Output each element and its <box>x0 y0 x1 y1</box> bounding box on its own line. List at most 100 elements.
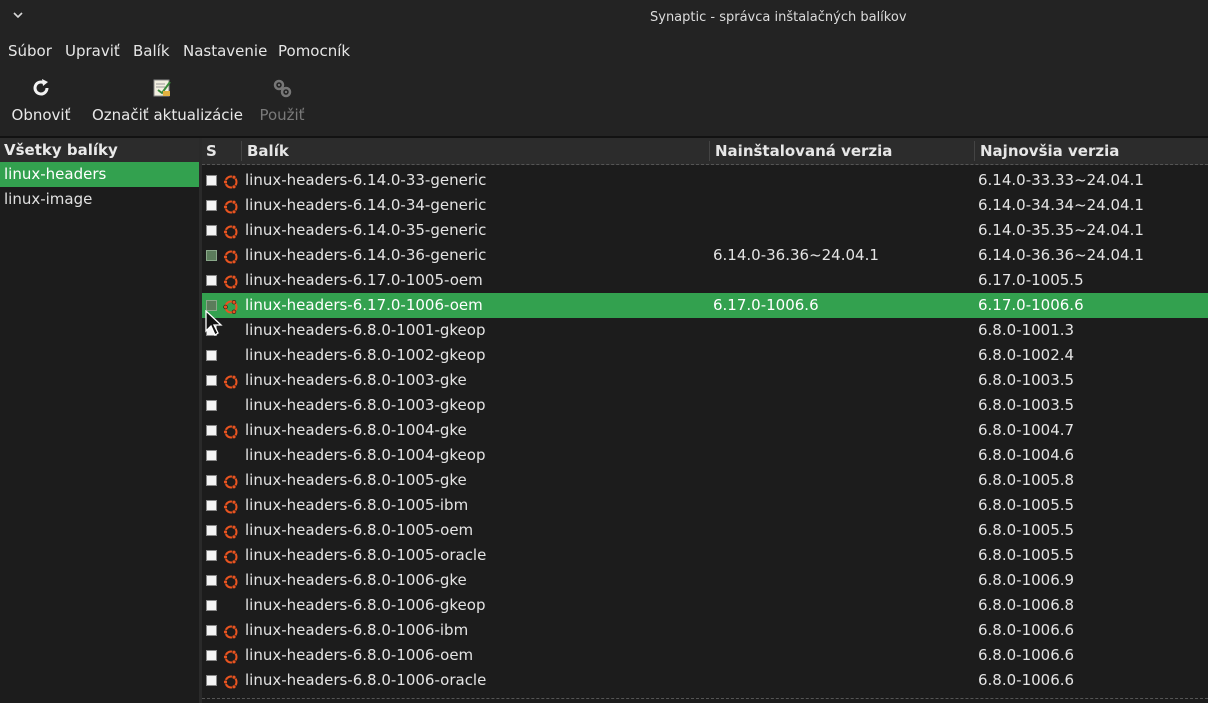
latest-version: 6.8.0-1006.6 <box>978 671 1075 689</box>
menu-help[interactable]: Pomocník <box>278 42 350 60</box>
menu-package[interactable]: Balík <box>133 42 170 60</box>
mouse-cursor-icon <box>205 310 223 336</box>
table-row[interactable]: linux-headers-6.8.0-1006-gkeop 6.8.0-1006… <box>202 593 1208 618</box>
mark-upgrades-icon <box>153 79 171 97</box>
status-checkbox[interactable] <box>206 475 217 486</box>
status-checkbox[interactable] <box>206 625 217 636</box>
menu-file[interactable]: Súbor <box>8 42 52 60</box>
apply-icon <box>273 79 292 98</box>
table-row[interactable]: linux-headers-6.8.0-1001-gkeop 6.8.0-1001… <box>202 318 1208 343</box>
table-row[interactable]: linux-headers-6.17.0-1005-oem 6.17.0-1005… <box>202 268 1208 293</box>
table-row[interactable]: linux-headers-6.14.0-35-generic 6.14.0-35… <box>202 218 1208 243</box>
latest-version: 6.8.0-1005.5 <box>978 521 1075 539</box>
package-name: linux-headers-6.8.0-1003-gkeop <box>245 396 486 414</box>
table-body: linux-headers-6.14.0-33-generic 6.14.0-33… <box>202 168 1208 693</box>
status-checkbox[interactable] <box>206 650 217 661</box>
status-checkbox[interactable] <box>206 250 217 261</box>
status-checkbox[interactable] <box>206 575 217 586</box>
mark-upgrades-button[interactable]: Označiť aktualizácie <box>92 76 243 124</box>
table-row[interactable]: linux-headers-6.8.0-1006-ibm 6.8.0-1006.6 <box>202 618 1208 643</box>
latest-version: 6.8.0-1001.3 <box>978 321 1075 339</box>
package-name: linux-headers-6.8.0-1005-oracle <box>245 546 487 564</box>
table-row[interactable]: linux-headers-6.8.0-1006-gke 6.8.0-1006.9 <box>202 568 1208 593</box>
ubuntu-logo-icon <box>223 423 239 440</box>
table-row[interactable]: linux-headers-6.8.0-1006-oracle 6.8.0-100… <box>202 668 1208 693</box>
latest-version: 6.8.0-1006.6 <box>978 621 1075 639</box>
sidebar-header[interactable]: Všetky balíky <box>0 138 199 162</box>
status-checkbox[interactable] <box>206 500 217 511</box>
status-checkbox[interactable] <box>206 200 217 211</box>
ubuntu-logo-icon <box>223 198 239 215</box>
ubuntu-logo-icon <box>223 473 239 490</box>
ubuntu-logo-icon <box>223 548 239 565</box>
table-row[interactable]: linux-headers-6.14.0-33-generic 6.14.0-33… <box>202 168 1208 193</box>
table-row[interactable]: linux-headers-6.8.0-1002-gkeop 6.8.0-1002… <box>202 343 1208 368</box>
latest-version: 6.17.0-1006.6 <box>978 296 1084 314</box>
column-latest-version[interactable]: Najnovšia verzia <box>976 138 1208 164</box>
table-row[interactable]: linux-headers-6.8.0-1005-gke 6.8.0-1005.8 <box>202 468 1208 493</box>
title-bar: Synaptic - správca inštalačných balíkov <box>0 0 1208 36</box>
window-title: Synaptic - správca inštalačných balíkov <box>650 10 907 25</box>
menu-settings[interactable]: Nastavenie <box>183 42 267 60</box>
package-name: linux-headers-6.17.0-1006-oem <box>245 296 483 314</box>
latest-version: 6.14.0-34.34~24.04.1 <box>978 196 1144 214</box>
table-row[interactable]: linux-headers-6.14.0-34-generic 6.14.0-34… <box>202 193 1208 218</box>
package-name: linux-headers-6.8.0-1006-oracle <box>245 671 487 689</box>
column-installed-version[interactable]: Nainštalovaná verzia <box>711 138 975 164</box>
sidebar-item-linux-headers[interactable]: linux-headers <box>0 162 199 187</box>
status-checkbox[interactable] <box>206 675 217 686</box>
column-package[interactable]: Balík <box>243 138 709 164</box>
installed-version: 6.14.0-36.36~24.04.1 <box>713 246 879 264</box>
latest-version: 6.8.0-1005.8 <box>978 471 1075 489</box>
status-checkbox[interactable] <box>206 425 217 436</box>
apply-button[interactable]: Použiť <box>258 76 306 124</box>
latest-version: 6.8.0-1003.5 <box>978 396 1075 414</box>
package-name: linux-headers-6.14.0-34-generic <box>245 196 487 214</box>
package-name: linux-headers-6.8.0-1004-gkeop <box>245 446 486 464</box>
status-checkbox[interactable] <box>206 525 217 536</box>
latest-version: 6.8.0-1004.6 <box>978 446 1075 464</box>
ubuntu-logo-icon <box>223 248 239 265</box>
package-name: linux-headers-6.14.0-36-generic <box>245 246 487 264</box>
menu-edit[interactable]: Upraviť <box>65 42 120 60</box>
status-checkbox[interactable] <box>206 600 217 611</box>
ubuntu-logo-icon <box>223 673 239 690</box>
ubuntu-logo-icon <box>223 273 239 290</box>
package-name: linux-headers-6.14.0-35-generic <box>245 221 487 239</box>
table-row[interactable]: linux-headers-6.8.0-1005-ibm 6.8.0-1005.5 <box>202 493 1208 518</box>
table-row[interactable]: linux-headers-6.8.0-1005-oracle 6.8.0-100… <box>202 543 1208 568</box>
latest-version: 6.17.0-1005.5 <box>978 271 1084 289</box>
table-row[interactable]: linux-headers-6.17.0-1006-oem 6.17.0-1006… <box>202 293 1208 318</box>
latest-version: 6.14.0-33.33~24.04.1 <box>978 171 1144 189</box>
status-checkbox[interactable] <box>206 400 217 411</box>
status-checkbox[interactable] <box>206 175 217 186</box>
table-row[interactable]: linux-headers-6.8.0-1003-gkeop 6.8.0-1003… <box>202 393 1208 418</box>
package-name: linux-headers-6.8.0-1003-gke <box>245 371 467 389</box>
reload-button[interactable]: Obnoviť <box>10 76 72 124</box>
table-row[interactable]: linux-headers-6.8.0-1004-gkeop 6.8.0-1004… <box>202 443 1208 468</box>
table-header: S Balík Nainštalovaná verzia Najnovšia v… <box>202 138 1208 165</box>
toolbar: Obnoviť Označiť aktualizácie Použiť <box>0 66 1208 138</box>
table-row[interactable]: linux-headers-6.14.0-36-generic 6.14.0-36… <box>202 243 1208 268</box>
package-name: linux-headers-6.14.0-33-generic <box>245 171 487 189</box>
package-table: S Balík Nainštalovaná verzia Najnovšia v… <box>202 138 1208 703</box>
status-checkbox[interactable] <box>206 225 217 236</box>
sidebar-item-linux-image[interactable]: linux-image <box>0 187 199 212</box>
installed-version: 6.17.0-1006.6 <box>713 296 819 314</box>
table-row[interactable]: linux-headers-6.8.0-1005-oem 6.8.0-1005.5 <box>202 518 1208 543</box>
ubuntu-logo-icon <box>223 223 239 240</box>
column-status[interactable]: S <box>202 138 242 164</box>
table-row[interactable]: linux-headers-6.8.0-1006-oem 6.8.0-1006.6 <box>202 643 1208 668</box>
table-row[interactable]: linux-headers-6.8.0-1003-gke 6.8.0-1003.5 <box>202 368 1208 393</box>
package-name: linux-headers-6.8.0-1002-gkeop <box>245 346 486 364</box>
status-checkbox[interactable] <box>206 275 217 286</box>
latest-version: 6.8.0-1006.8 <box>978 596 1075 614</box>
latest-version: 6.8.0-1004.7 <box>978 421 1075 439</box>
status-checkbox[interactable] <box>206 450 217 461</box>
ubuntu-logo-icon <box>223 573 239 590</box>
table-bottom-border <box>202 698 1208 699</box>
status-checkbox[interactable] <box>206 375 217 386</box>
status-checkbox[interactable] <box>206 550 217 561</box>
status-checkbox[interactable] <box>206 350 217 361</box>
table-row[interactable]: linux-headers-6.8.0-1004-gke 6.8.0-1004.7 <box>202 418 1208 443</box>
